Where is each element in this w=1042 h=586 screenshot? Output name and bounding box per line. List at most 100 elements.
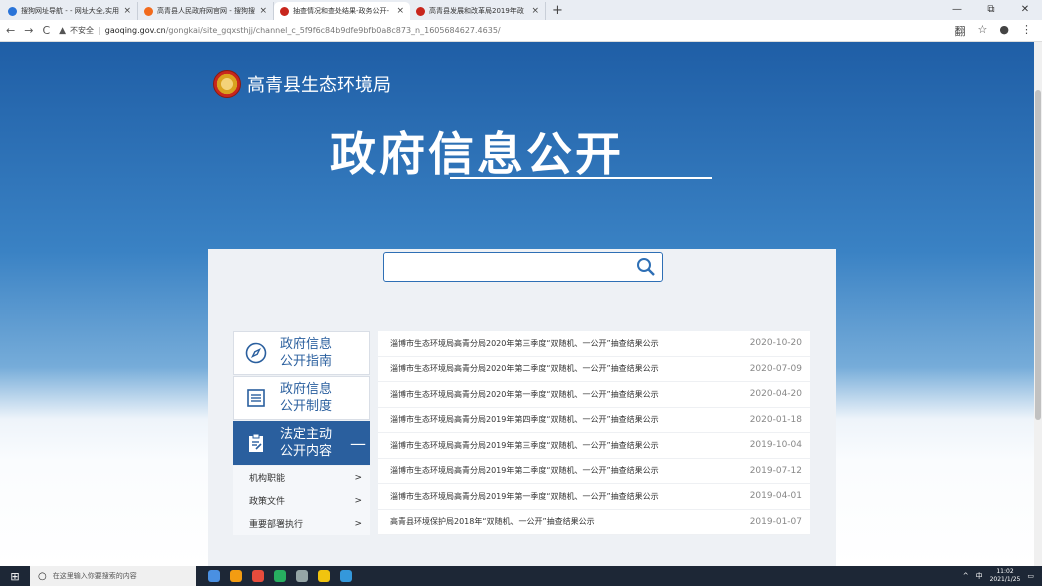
taskbar-app-icon[interactable]: [340, 570, 352, 582]
back-button[interactable]: ←: [6, 24, 15, 37]
close-window-button[interactable]: ✕: [1008, 0, 1042, 20]
system-tray: ^ 中 11:02 2021/1/25 ▭: [963, 568, 1042, 584]
collapse-icon[interactable]: —: [350, 434, 366, 453]
tab-close-icon[interactable]: ×: [123, 6, 131, 16]
list-item[interactable]: 淄博市生态环境局高青分局2019年第四季度“双随机、一公开”抽查结果公示 2020…: [378, 408, 810, 433]
item-title-link[interactable]: 淄博市生态环境局高青分局2019年第四季度“双随机、一公开”抽查结果公示: [390, 414, 659, 425]
tray-chevron-icon[interactable]: ^: [963, 572, 969, 580]
taskbar-search[interactable]: ○ 在这里输入你要搜索的内容: [30, 566, 196, 586]
favicon-icon: [144, 6, 153, 16]
clipboard-edit-icon: [244, 431, 268, 455]
clock[interactable]: 11:02 2021/1/25: [990, 568, 1021, 584]
department-name: 高青县生态环境局: [247, 75, 391, 96]
warning-icon: ▲: [59, 25, 67, 36]
browser-tab-strip: 搜狗网址导航 - - 网址大全,实用 × 高青县人民政府网官网 - 搜狗搜 × 抽查…: [0, 0, 1042, 20]
browser-tab[interactable]: 高青县人民政府网官网 - 搜狗搜 ×: [138, 2, 274, 20]
taskbar-app-icon[interactable]: [230, 570, 242, 582]
clock-date: 2021/1/25: [989, 576, 1021, 583]
item-title-link[interactable]: 淄博市生态环境局高青分局2020年第一季度“双随机、一公开”抽查结果公示: [390, 389, 659, 400]
item-date: 2020-04-20: [749, 389, 802, 400]
item-title-link[interactable]: 淄博市生态环境局高青分局2019年第一季度“双随机、一公开”抽查结果公示: [390, 491, 659, 502]
page-scrollbar[interactable]: [1034, 42, 1042, 566]
list-item[interactable]: 淄博市生态环境局高青分局2020年第三季度“双随机、一公开”抽查结果公示 2020…: [378, 331, 810, 357]
subitem-label: 重要部署执行: [249, 520, 304, 530]
sidebar-subitem-deployment[interactable]: 重要部署执行 >: [233, 512, 370, 535]
national-emblem-icon: [213, 70, 241, 98]
sidebar-item-system[interactable]: 政府信息公开制度: [233, 376, 370, 420]
subitem-label: 机构职能: [249, 474, 286, 484]
title-underline: [450, 177, 712, 179]
windows-start-icon[interactable]: ⊞: [0, 570, 30, 583]
item-date: 2019-01-07: [749, 516, 802, 527]
sidebar-item-guide[interactable]: 政府信息公开指南: [233, 331, 370, 375]
list-item[interactable]: 淄博市生态环境局高青分局2019年第一季度“双随机、一公开”抽查结果公示 2019…: [378, 484, 810, 510]
notice-list: 淄博市生态环境局高青分局2020年第三季度“双随机、一公开”抽查结果公示 2020…: [378, 331, 810, 535]
sidebar: 政府信息公开指南 政府信息公开制度 法定主动公开内容 — 机构职能 > 政策文件 >…: [233, 331, 370, 535]
list-item[interactable]: 淄博市生态环境局高青分局2019年第三季度“双随机、一公开”抽查结果公示 2019…: [378, 433, 810, 459]
translate-icon[interactable]: 翻: [955, 23, 966, 39]
favicon-icon: [416, 6, 425, 16]
list-item[interactable]: 淄博市生态环境局高青分局2020年第二季度“双随机、一公开”抽查结果公示 2020…: [378, 357, 810, 382]
search-icon[interactable]: [636, 257, 656, 277]
taskbar-app-icon[interactable]: [252, 570, 264, 582]
security-label[interactable]: 不安全: [70, 25, 94, 36]
item-title-link[interactable]: 淄博市生态环境局高青分局2020年第二季度“双随机、一公开”抽查结果公示: [390, 363, 659, 374]
url-path: /gongkai/site_gqxsthjj/channel_c_5f9f6c8…: [165, 26, 501, 35]
browser-tab-active[interactable]: 抽查情况和查处结果-政务公开- ×: [274, 2, 410, 20]
minimize-button[interactable]: —: [940, 0, 974, 20]
sidebar-subitem-functions[interactable]: 机构职能 >: [233, 466, 370, 489]
item-date: 2020-07-09: [749, 363, 802, 374]
address-bar: ← → C ▲ 不安全 | gaoqing.gov.cn/gongkai/sit…: [0, 20, 1042, 42]
restore-button[interactable]: ⧉: [974, 0, 1008, 20]
sidebar-item-label: 政府信息公开指南: [280, 337, 333, 369]
list-doc-icon: [244, 386, 268, 410]
tab-title: 高青县发展和改革局2019年政: [429, 7, 524, 15]
browser-tab[interactable]: 搜狗网址导航 - - 网址大全,实用 ×: [2, 2, 138, 20]
item-title-link[interactable]: 高青县环境保护局2018年“双随机、一公开”抽查结果公示: [390, 516, 595, 527]
taskbar-app-icon[interactable]: [208, 570, 220, 582]
scrollbar-thumb[interactable]: [1035, 90, 1041, 420]
item-title-link[interactable]: 淄博市生态环境局高青分局2019年第三季度“双随机、一公开”抽查结果公示: [390, 440, 659, 451]
new-tab-button[interactable]: +: [546, 2, 569, 20]
reload-button[interactable]: C: [42, 24, 50, 37]
ime-indicator[interactable]: 中: [976, 571, 983, 581]
bookmark-star-icon[interactable]: ☆: [978, 23, 988, 39]
taskbar-app-icon[interactable]: [318, 570, 330, 582]
notification-icon[interactable]: ▭: [1027, 572, 1034, 580]
item-title-link[interactable]: 淄博市生态环境局高青分局2019年第二季度“双随机、一公开”抽查结果公示: [390, 465, 659, 476]
sidebar-item-label: 法定主动公开内容: [280, 427, 333, 459]
page-title: 政府信息公开: [330, 127, 624, 181]
menu-icon[interactable]: ⋮: [1021, 23, 1032, 39]
list-item[interactable]: 高青县环境保护局2018年“双随机、一公开”抽查结果公示 2019-01-07: [378, 510, 810, 535]
item-date: 2019-07-12: [749, 465, 802, 476]
chevron-right-icon: >: [354, 518, 362, 529]
search-input[interactable]: [383, 252, 663, 282]
browser-tab[interactable]: 高青县发展和改革局2019年政 ×: [410, 2, 546, 20]
item-date: 2020-10-20: [749, 338, 802, 349]
item-title-link[interactable]: 淄博市生态环境局高青分局2020年第三季度“双随机、一公开”抽查结果公示: [390, 338, 659, 349]
list-item[interactable]: 淄博市生态环境局高青分局2020年第一季度“双随机、一公开”抽查结果公示 2020…: [378, 382, 810, 408]
compass-icon: [244, 341, 268, 365]
taskbar-app-icon[interactable]: [274, 570, 286, 582]
favicon-icon: [8, 6, 17, 16]
url-field[interactable]: ▲ 不安全 | gaoqing.gov.cn/gongkai/site_gqxs…: [59, 22, 945, 39]
item-date: 2020-01-18: [749, 414, 802, 425]
tab-close-icon[interactable]: ×: [259, 6, 267, 16]
tab-title: 抽查情况和查处结果-政务公开-: [293, 7, 390, 15]
profile-icon[interactable]: ●: [999, 23, 1009, 39]
list-item[interactable]: 淄博市生态环境局高青分局2019年第二季度“双随机、一公开”抽查结果公示 2019…: [378, 459, 810, 484]
tab-close-icon[interactable]: ×: [396, 6, 404, 16]
sidebar-item-label: 政府信息公开制度: [280, 382, 333, 414]
taskbar-apps: [208, 570, 352, 582]
tab-title: 高青县人民政府网官网 - 搜狗搜: [157, 7, 255, 15]
sidebar-subitem-policy[interactable]: 政策文件 >: [233, 489, 370, 512]
forward-button[interactable]: →: [24, 24, 33, 37]
window-controls: — ⧉ ✕: [940, 0, 1042, 20]
taskbar: ⊞ ○ 在这里输入你要搜索的内容 ^ 中 11:02 2021/1/25 ▭: [0, 566, 1042, 586]
sidebar-item-statutory-content[interactable]: 法定主动公开内容 —: [233, 421, 370, 465]
tab-title: 搜狗网址导航 - - 网址大全,实用: [21, 7, 119, 15]
subitem-label: 政策文件: [249, 497, 286, 507]
tab-close-icon[interactable]: ×: [531, 6, 539, 16]
taskbar-app-icon[interactable]: [296, 570, 308, 582]
chevron-right-icon: >: [354, 495, 362, 506]
